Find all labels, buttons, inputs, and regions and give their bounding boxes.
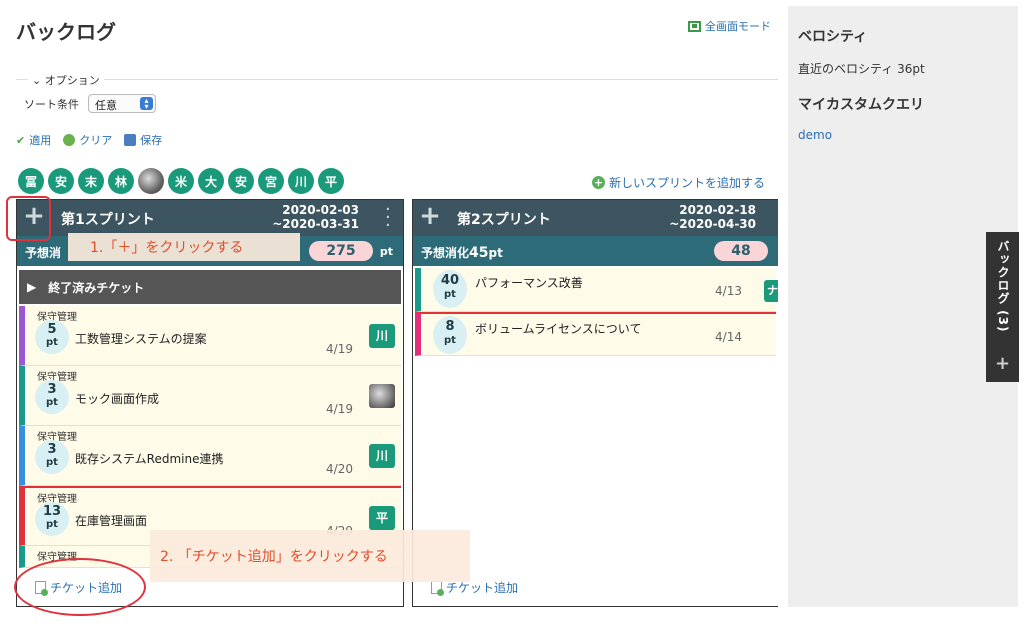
right-sidebar: ベロシティ 直近のベロシティ 36pt マイカスタムクエリ demo [788, 6, 1018, 607]
member-avatar[interactable]: 川 [288, 168, 314, 194]
ticket-assignee-photo[interactable] [369, 384, 395, 408]
member-avatar[interactable]: 末 [78, 168, 104, 194]
triangle-right-icon: ▶ [27, 280, 37, 294]
forecast-label: 予想消化45pt [421, 245, 503, 261]
annotation-highlight-ellipse [14, 558, 146, 616]
fullscreen-icon [688, 20, 701, 32]
sprint-name: 第2スプリント [457, 212, 551, 228]
ticket-subject: 工数管理システムの提案 [75, 332, 207, 346]
custom-query-title: マイカスタムクエリ [798, 97, 924, 113]
ticket-card[interactable]: 40 pt パフォーマンス改善 4/13 ナ [415, 268, 778, 312]
kebab-menu-icon[interactable]: · · · [385, 201, 391, 235]
save-icon [124, 134, 137, 146]
custom-query-link[interactable]: demo [798, 128, 832, 142]
ticket-assignee[interactable]: 川 [369, 444, 395, 468]
ticket-points: 40 pt [433, 270, 467, 308]
backlog-tab-label: バックログ (3) [996, 240, 1010, 333]
sprint-header: + 第1スプリント 2020-02-03 ~2020-03-31 · · · [17, 200, 403, 236]
clear-icon [63, 134, 76, 146]
forecast-label: 予想消 [25, 246, 62, 260]
ticket-points: 3 pt [35, 380, 69, 414]
member-avatar-photo[interactable] [138, 168, 164, 194]
ticket-subject: パフォーマンス改善 [475, 276, 583, 290]
ticket-due: 4/19 [326, 402, 353, 416]
apply-button[interactable]: ✔ 適用 [16, 132, 51, 148]
member-avatar[interactable]: 平 [318, 168, 344, 194]
sort-label: ソート条件 [24, 98, 79, 111]
ticket-assignee[interactable]: 平 [369, 506, 395, 530]
member-avatar[interactable]: 安 [228, 168, 254, 194]
backlog-side-tab[interactable]: バックログ (3) + [986, 232, 1019, 382]
member-avatar[interactable]: 冨 [18, 168, 44, 194]
ticket-card[interactable]: 保守管理 5 pt 工数管理システムの提案 4/19 川 [19, 306, 401, 366]
ticket-points: 3 pt [35, 440, 69, 474]
chevron-down-icon: ⌄ [32, 74, 45, 87]
add-sprint-link[interactable]: + 新しいスプリントを追加する [592, 174, 765, 191]
sprint-points-badge: 48 [714, 241, 768, 261]
fullscreen-link[interactable]: 全画面モード [688, 18, 771, 34]
ticket-subject: ボリュームライセンスについて [475, 322, 642, 336]
sort-select[interactable]: 任意 ▴ ▾ [88, 94, 156, 113]
member-filter: 冨 安 末 林 米 大 安 宮 川 平 [18, 168, 344, 194]
ticket-due: 4/13 [715, 284, 742, 298]
ticket-card[interactable]: 8 pt ボリュームライセンスについて 4/14 [415, 312, 776, 356]
member-avatar[interactable]: 林 [108, 168, 134, 194]
member-avatar[interactable]: 米 [168, 168, 194, 194]
sort-select-value: 任意 [95, 99, 117, 112]
ticket-points: 13 pt [35, 502, 69, 536]
velocity-title: ベロシティ [798, 29, 868, 45]
sprint-points-badge: 275 [309, 241, 373, 261]
ticket-due: 4/20 [326, 462, 353, 476]
ticket-subject: モック画面作成 [75, 392, 160, 406]
fullscreen-label: 全画面モード [705, 20, 771, 33]
options-divider [16, 79, 778, 80]
save-button[interactable]: 保存 [124, 132, 162, 148]
sprint-name: 第1スプリント [61, 212, 155, 228]
page-title: バックログ [16, 20, 116, 44]
points-unit: pt [379, 245, 393, 258]
plus-icon[interactable]: + [995, 353, 1010, 374]
velocity-value: 直近のベロシティ 36pt [798, 62, 925, 76]
member-avatar[interactable]: 安 [48, 168, 74, 194]
annotation-highlight-box [6, 196, 51, 241]
sprint-dates: 2020-02-18 ~2020-04-30 [669, 203, 756, 231]
add-ticket-plus-button[interactable]: + [419, 203, 441, 229]
check-icon: ✔ [16, 133, 26, 147]
ticket-card[interactable]: 保守管理 3 pt 既存システムRedmine連携 4/20 川 [19, 426, 401, 486]
annotation-step2: 2. 「チケット追加」をクリックする [150, 530, 470, 582]
annotation-step1: 1.「＋」をクリックする [68, 233, 300, 261]
ticket-due: 4/19 [326, 342, 353, 356]
backlog-page: バックログ 全画面モード ⌄ オプション ソート条件 任意 ▴ ▾ ✔ 適用 クリ… [0, 0, 1024, 630]
add-document-icon [431, 581, 444, 596]
ticket-points: 5 pt [35, 320, 69, 354]
ticket-subject: 在庫管理画面 [75, 514, 148, 528]
closed-tickets-toggle[interactable]: ▶ 終了済みチケット [19, 270, 401, 304]
ticket-assignee[interactable]: 川 [369, 324, 395, 348]
clear-button[interactable]: クリア [63, 132, 112, 148]
option-actions: ✔ 適用 クリア 保存 [16, 132, 162, 148]
options-toggle[interactable]: ⌄ オプション [28, 72, 104, 88]
add-circle-icon: + [592, 176, 605, 189]
member-avatar[interactable]: 大 [198, 168, 224, 194]
ticket-due: 4/14 [715, 330, 742, 344]
sprint-header: + 第2スプリント 2020-02-18 ~2020-04-30 [413, 200, 778, 236]
sprint-forecast-bar: 予想消化45pt 48 [413, 236, 778, 266]
sprint-dates: 2020-02-03 ~2020-03-31 [272, 203, 359, 231]
member-avatar[interactable]: 宮 [258, 168, 284, 194]
ticket-subject: 既存システムRedmine連携 [75, 452, 224, 466]
ticket-assignee[interactable]: ナ [764, 280, 778, 302]
ticket-points: 8 pt [433, 316, 467, 354]
ticket-card[interactable]: 保守管理 3 pt モック画面作成 4/19 [19, 366, 401, 426]
select-arrows-icon: ▴ ▾ [140, 97, 153, 111]
